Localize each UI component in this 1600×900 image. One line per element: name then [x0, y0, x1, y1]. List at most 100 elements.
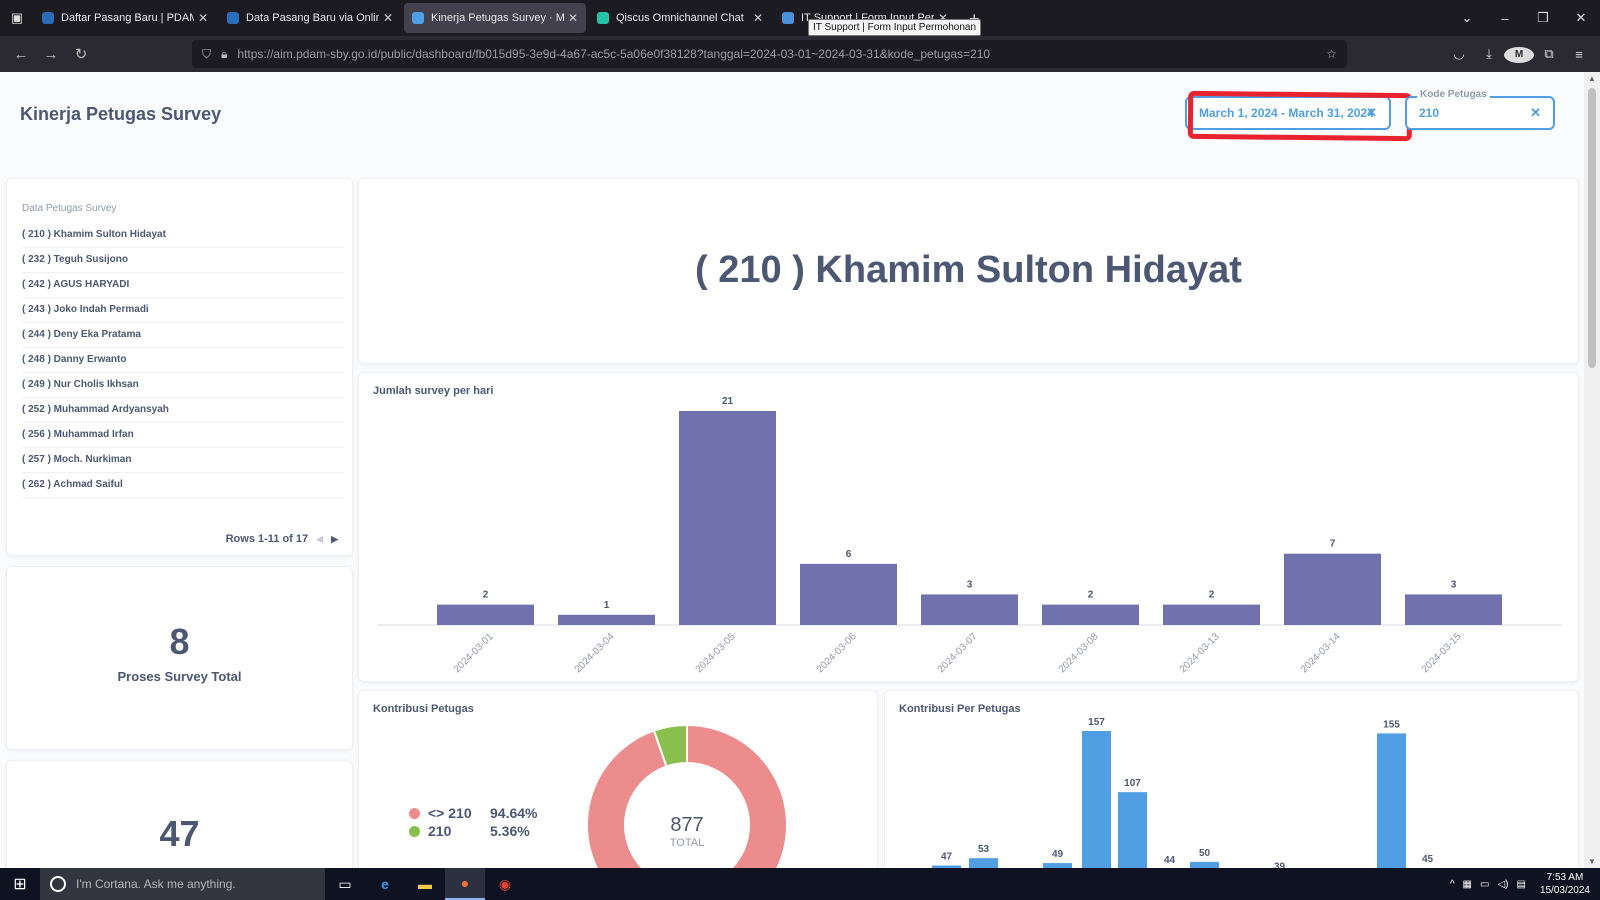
next-page-icon[interactable]: ▶ [331, 534, 338, 545]
bar[interactable] [437, 604, 534, 625]
restore-icon[interactable]: ❐ [1524, 10, 1562, 26]
kode-petugas-value[interactable]: 210 [1419, 106, 1439, 120]
bar[interactable] [1284, 553, 1381, 625]
tab-favicon-icon [412, 12, 424, 24]
firefox-icon[interactable]: ● [445, 868, 485, 900]
chrome-icon[interactable]: ◉ [485, 868, 525, 900]
selected-petugas-name: ( 210 ) Khamim Sulton Hidayat [695, 249, 1242, 291]
url-bar[interactable]: ⛉ 🔒︎ https://aim.pdam-sby.go.id/public/d… [192, 40, 1347, 68]
bar[interactable] [1082, 731, 1111, 868]
download-icon[interactable]: ⤓ [1474, 46, 1504, 62]
table-row[interactable]: ( 244 ) Deny Eka Pratama [22, 323, 344, 348]
clock[interactable]: 7:53 AM 15/03/2024 [1530, 871, 1600, 897]
tab-title[interactable]: Qiscus Omnichannel Chat [616, 12, 749, 24]
table-row[interactable]: ( 248 ) Danny Erwanto [22, 348, 344, 373]
tray-overflow-icon[interactable]: ^ [1446, 879, 1459, 890]
tab-title[interactable]: Kinerja Petugas Survey · Metabase [431, 12, 564, 24]
data-label: 44 [1164, 855, 1176, 866]
data-label: 49 [1052, 849, 1064, 860]
bar[interactable] [1118, 792, 1147, 868]
data-label: 3 [967, 579, 973, 590]
dashboard-title: Kinerja Petugas Survey [20, 104, 222, 124]
table-row[interactable]: ( 262 ) Achmad Saiful [22, 473, 344, 498]
bar[interactable] [679, 411, 776, 625]
minimize-icon[interactable]: – [1486, 11, 1524, 26]
table-row[interactable]: ( 242 ) AGUS HARYADI [22, 273, 344, 298]
tab-list-icon[interactable]: ▣ [0, 0, 34, 36]
browser-tab[interactable]: Daftar Pasang Baru | PDAM Surya Sem ✕ [34, 3, 216, 33]
network-icon[interactable]: ▭ [1476, 879, 1493, 890]
close-window-icon[interactable]: ✕ [1562, 10, 1600, 26]
data-label: 39 [1274, 861, 1286, 868]
task-view-icon[interactable]: ▭ [325, 868, 365, 900]
prev-page-icon[interactable]: ◀ [316, 534, 323, 545]
bar[interactable] [969, 858, 998, 868]
data-label: 2 [1209, 590, 1215, 601]
kode-petugas-filter[interactable]: Kode Petugas 210 ✕ [1405, 89, 1555, 130]
bar[interactable] [558, 614, 655, 625]
table-row[interactable]: ( 210 ) Khamim Sulton Hidayat [22, 223, 344, 248]
tab-title[interactable]: Daftar Pasang Baru | PDAM Surya Sem [61, 12, 194, 24]
x-tick-label: 2024-03-05 [694, 631, 738, 675]
tab-overflow-icon[interactable]: ⌄ [1448, 10, 1486, 26]
tab-close-icon[interactable]: ✕ [753, 11, 763, 25]
clear-kode-petugas-icon[interactable]: ✕ [1530, 105, 1541, 121]
tray-app-icon[interactable]: ▦ [1459, 879, 1476, 890]
cortana-search[interactable]: I'm Cortana. Ask me anything. [40, 868, 325, 900]
browser-tab[interactable]: Kinerja Petugas Survey · Metabase ✕ [404, 3, 586, 33]
daily-survey-bar-chart: 2 2024-03-01 1 2024-03-04 21 2024-03-05 6 2024-… [377, 396, 1562, 675]
window-controls: ⌄ – ❐ ✕ [1448, 0, 1600, 36]
donut-total-label: TOTAL [670, 837, 704, 849]
per-petugas-bar-chart: 475321491571074450263920341554524 [932, 717, 1442, 868]
reload-icon[interactable]: ↻ [66, 45, 96, 63]
data-label: 47 [941, 852, 953, 863]
browser-tab-bar: ▣ Daftar Pasang Baru | PDAM Surya Sem✕Da… [0, 0, 1600, 36]
file-explorer-icon[interactable]: ▬ [405, 868, 445, 900]
page-scrollbar[interactable]: ▲ ▼ [1584, 72, 1600, 868]
bar[interactable] [1042, 604, 1139, 625]
pagination-text: Rows 1-11 of 17 [225, 533, 309, 545]
scroll-up-icon[interactable]: ▲ [1584, 74, 1600, 83]
table-row[interactable]: ( 252 ) Muhammad Ardyansyah [22, 398, 344, 423]
volume-icon[interactable]: ◁) [1493, 879, 1512, 890]
x-tick-label: 2024-03-01 [452, 631, 496, 675]
table-row[interactable]: ( 256 ) Muhammad Irfan [22, 423, 344, 448]
tab-title[interactable]: Data Pasang Baru via Online | PDAM [246, 12, 379, 24]
bar[interactable] [921, 594, 1018, 625]
data-label: 50 [1199, 848, 1211, 859]
clock-date: 15/03/2024 [1539, 885, 1590, 896]
edge-icon[interactable]: e [365, 868, 405, 900]
lock-icon[interactable]: 🔒︎ [221, 47, 227, 62]
table-row[interactable]: ( 232 ) Teguh Susijono [22, 248, 344, 273]
url-text[interactable]: https://aim.pdam-sby.go.id/public/dashbo… [237, 47, 1326, 61]
table-row[interactable]: ( 257 ) Moch. Nurkiman [22, 448, 344, 473]
kontribusi-donut-chart: 877TOTAL [586, 723, 788, 868]
tab-close-icon[interactable]: ✕ [198, 11, 208, 25]
shield-icon[interactable]: ⛉ [202, 47, 211, 62]
browser-tab[interactable]: Qiscus Omnichannel Chat ✕ [589, 3, 771, 33]
scroll-down-icon[interactable]: ▼ [1584, 857, 1600, 866]
bar[interactable] [1163, 604, 1260, 625]
bar[interactable] [1405, 594, 1502, 625]
cortana-placeholder[interactable]: I'm Cortana. Ask me anything. [76, 877, 236, 891]
extensions-icon[interactable]: ⧉ [1534, 46, 1564, 62]
windows-start-icon[interactable]: ⊞ [0, 874, 40, 894]
tab-close-icon[interactable]: ✕ [383, 11, 393, 25]
bar[interactable] [800, 563, 897, 625]
forward-icon[interactable]: → [36, 46, 66, 63]
scroll-thumb[interactable] [1588, 88, 1596, 368]
bookmark-star-icon[interactable]: ☆ [1326, 47, 1337, 61]
table-row[interactable]: ( 249 ) Nur Cholis Ikhsan [22, 373, 344, 398]
bar[interactable] [1377, 733, 1406, 868]
back-icon[interactable]: ← [6, 46, 36, 63]
scalar-2-value: 47 [159, 813, 200, 854]
system-tray: ^ ▦ ▭ ◁) ▤ 7:53 AM 15/03/2024 [1446, 868, 1600, 900]
table-row[interactable]: ( 243 ) Joko Indah Permadi [22, 298, 344, 323]
pocket-icon[interactable]: ◡ [1444, 46, 1474, 62]
tab-close-icon[interactable]: ✕ [568, 11, 578, 25]
proses-survey-value: 8 [169, 621, 190, 662]
menu-icon[interactable]: ≡ [1564, 47, 1594, 62]
browser-tab[interactable]: Data Pasang Baru via Online | PDAM ✕ [219, 3, 401, 33]
account-icon[interactable]: M [1504, 45, 1534, 63]
notification-icon[interactable]: ▤ [1512, 879, 1529, 890]
